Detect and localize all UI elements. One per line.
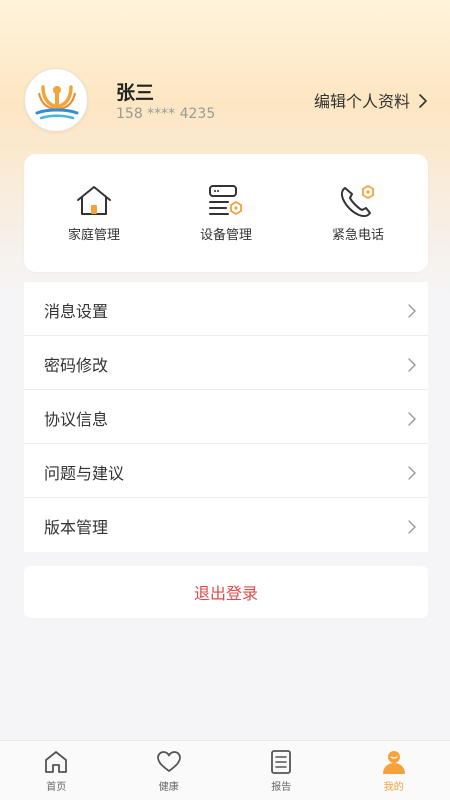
menu-item-label: 协议信息 (44, 410, 109, 429)
tab-health[interactable]: 健康 (113, 741, 226, 800)
quick-action-device[interactable]: 设备管理 (166, 154, 286, 272)
heart-icon (156, 751, 181, 772)
quick-action-label: 家庭管理 (67, 228, 120, 243)
bottom-tab-bar: 首页 健康 报告 我的 (0, 740, 450, 800)
chevron-right-icon (408, 520, 416, 534)
avatar[interactable] (24, 68, 88, 132)
edit-profile-button[interactable]: 编辑个人资料 (314, 88, 428, 112)
quick-action-family[interactable]: 家庭管理 (34, 154, 154, 272)
chevron-right-icon (408, 304, 416, 318)
profile-header: 张三 158 **** 4235 编辑个人资料 (24, 68, 428, 134)
home-outline-icon (45, 751, 68, 773)
menu-item-agreements[interactable]: 协议信息 (24, 390, 428, 444)
user-icon (382, 751, 405, 774)
tab-home[interactable]: 首页 (0, 741, 113, 800)
tab-label: 健康 (158, 782, 179, 793)
chevron-right-icon (419, 93, 427, 108)
logout-button[interactable]: 退出登录 (24, 566, 428, 618)
menu-item-version[interactable]: 版本管理 (24, 498, 428, 552)
quick-action-label: 设备管理 (199, 228, 252, 243)
user-phone: 158 **** 4235 (116, 106, 216, 122)
edit-profile-label: 编辑个人资料 (313, 92, 410, 111)
menu-item-label: 问题与建议 (44, 464, 125, 483)
report-icon (271, 750, 292, 774)
user-name: 张三 (116, 82, 155, 104)
menu-item-feedback[interactable]: 问题与建议 (24, 444, 428, 498)
menu-item-password[interactable]: 密码修改 (24, 336, 428, 390)
menu-item-label: 消息设置 (44, 302, 109, 321)
menu-item-label: 版本管理 (44, 518, 109, 537)
chevron-right-icon (408, 466, 416, 480)
tab-mine[interactable]: 我的 (338, 741, 450, 800)
menu-item-message-settings[interactable]: 消息设置 (24, 282, 428, 336)
settings-menu: 消息设置 密码修改 协议信息 问题与建议 版本管理 (24, 282, 428, 552)
tab-label: 我的 (383, 782, 404, 793)
menu-item-label: 密码修改 (44, 356, 109, 375)
quick-actions-card: 家庭管理 设备管理 紧急电话 (24, 154, 428, 272)
chevron-right-icon (408, 412, 416, 426)
tab-label: 报告 (271, 782, 292, 793)
home-icon (77, 186, 111, 215)
chevron-right-icon (408, 358, 416, 372)
device-icon (209, 185, 242, 216)
brand-logo-icon (35, 85, 79, 120)
quick-action-emergency[interactable]: 紧急电话 (298, 154, 418, 272)
quick-action-label: 紧急电话 (331, 228, 384, 243)
phone-icon (340, 184, 374, 218)
tab-label: 首页 (46, 782, 67, 793)
tab-report[interactable]: 报告 (225, 741, 338, 800)
